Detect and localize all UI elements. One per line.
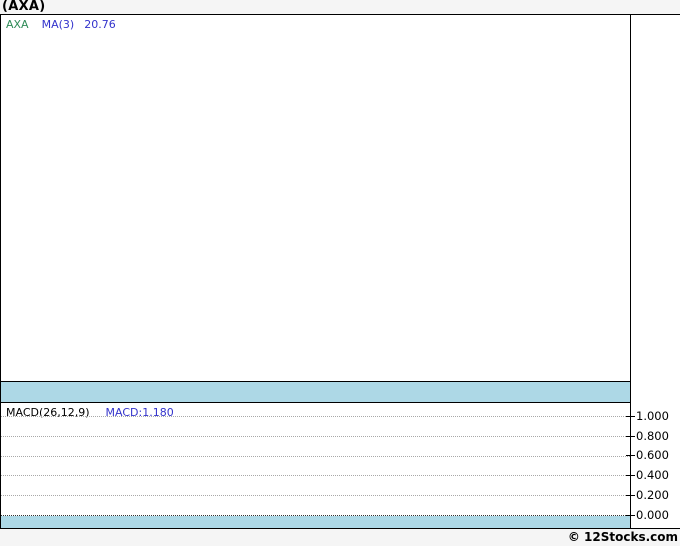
tick-mark [626, 494, 635, 496]
page-title: (AXA) [2, 0, 46, 14]
highlight-band-top [1, 381, 630, 403]
tick-label: 0.400 [636, 468, 669, 482]
copyright-text: © 12Stocks.com [567, 530, 678, 544]
axis-tick: 0.600 [626, 448, 669, 462]
axis-tick: 0.200 [626, 488, 669, 502]
legend-ma-label: MA(3) [41, 18, 75, 31]
legend-ma-value: 20.76 [84, 18, 116, 31]
price-panel-legend: AXA MA(3) 20.76 [1, 15, 630, 31]
tick-mark [626, 474, 635, 476]
macd-gridline [1, 456, 630, 457]
tick-label: 1.000 [636, 409, 669, 423]
tick-label: 0.800 [636, 429, 669, 443]
price-panel: AXA MA(3) 20.76 [1, 15, 630, 382]
tick-label: 0.200 [636, 488, 669, 502]
macd-panel-legend: MACD(26,12,9) MACD:1.180 [6, 406, 174, 419]
macd-gridline [1, 475, 630, 476]
tick-mark [626, 415, 635, 417]
axis-tick: 0.800 [626, 429, 669, 443]
tick-label: 0.600 [636, 448, 669, 462]
tick-label: 0.000 [636, 508, 669, 522]
chart-frame: AXA MA(3) 20.76 MACD(26,12,9) MACD:1.180 1.… [0, 14, 680, 529]
macd-gridline [1, 416, 630, 417]
macd-value-axis: 1.000 0.800 0.600 0.400 0.200 0.000 [626, 15, 680, 528]
macd-gridline [1, 436, 630, 437]
axis-tick: 0.000 [626, 508, 669, 522]
tick-mark [626, 454, 635, 456]
macd-indicator-label: MACD(26,12,9) [6, 406, 90, 419]
macd-indicator-value: MACD:1.180 [105, 406, 174, 419]
macd-panel: MACD(26,12,9) MACD:1.180 [1, 403, 630, 528]
tick-mark [626, 514, 635, 516]
legend-symbol-label: AXA [6, 18, 29, 31]
highlight-band-bottom [1, 516, 630, 528]
macd-gridline [1, 495, 630, 496]
tick-mark [626, 435, 635, 437]
axis-tick: 0.400 [626, 468, 669, 482]
axis-tick: 1.000 [626, 409, 669, 423]
